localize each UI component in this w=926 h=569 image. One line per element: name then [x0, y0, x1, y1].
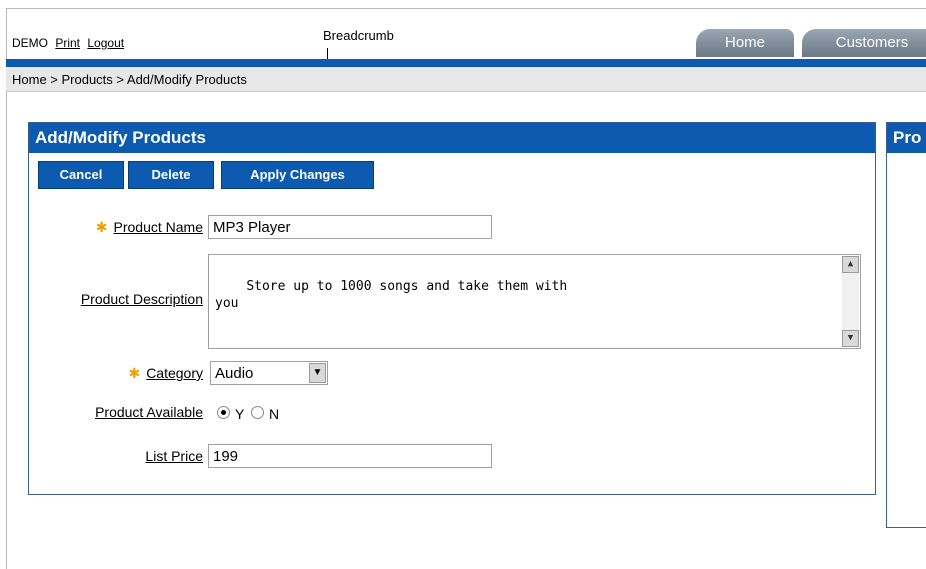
scrollbar[interactable]: ▲ ▼ [842, 256, 859, 347]
header-bar [6, 59, 926, 67]
scroll-up-icon[interactable]: ▲ [842, 256, 859, 273]
scroll-down-icon[interactable]: ▼ [842, 330, 859, 347]
list-price-label: List Price [145, 448, 203, 464]
right-panel-header: Pro [887, 123, 926, 153]
breadcrumb: Home > Products > Add/Modify Products [12, 72, 247, 87]
print-link[interactable]: Print [55, 36, 80, 50]
tab-customers[interactable]: Customers [802, 29, 926, 57]
available-yes-radio[interactable] [217, 406, 230, 419]
cancel-button[interactable]: Cancel [38, 161, 124, 189]
available-no-label: N [269, 406, 280, 422]
top-links: DEMO Print Logout [12, 36, 124, 50]
category-select[interactable]: Audio ▼ [210, 361, 328, 385]
user-name: DEMO [12, 36, 48, 50]
category-label: ✱ Category [128, 365, 203, 381]
product-name-input[interactable]: MP3 Player [208, 215, 492, 239]
product-description-text: Store up to 1000 songs and take them wit… [215, 279, 568, 311]
product-description-label: Product Description [80, 291, 203, 307]
right-panel: Pro [886, 122, 926, 528]
tab-home[interactable]: Home [696, 29, 794, 57]
add-modify-products-panel: Add/Modify Products Cancel Delete Apply … [28, 122, 876, 495]
required-icon: ✱ [128, 365, 141, 381]
product-available-label: Product Available [95, 404, 203, 420]
available-yes-label: Y [235, 406, 245, 422]
apply-changes-button[interactable]: Apply Changes [221, 161, 374, 189]
available-no-radio[interactable] [251, 406, 264, 419]
chevron-down-icon[interactable]: ▼ [309, 363, 326, 383]
list-price-input[interactable]: 199 [208, 444, 492, 468]
product-name-label: ✱ Product Name [95, 219, 203, 235]
logout-link[interactable]: Logout [87, 36, 124, 50]
category-value: Audio [215, 365, 254, 382]
panel-header: Add/Modify Products [29, 123, 875, 153]
breadcrumb-callout: Breadcrumb [323, 28, 394, 43]
product-description-textarea[interactable]: Store up to 1000 songs and take them wit… [208, 254, 861, 349]
required-icon: ✱ [95, 219, 108, 235]
right-panel-title: Pro [893, 128, 922, 147]
panel-title: Add/Modify Products [35, 128, 206, 147]
delete-button[interactable]: Delete [128, 161, 214, 189]
